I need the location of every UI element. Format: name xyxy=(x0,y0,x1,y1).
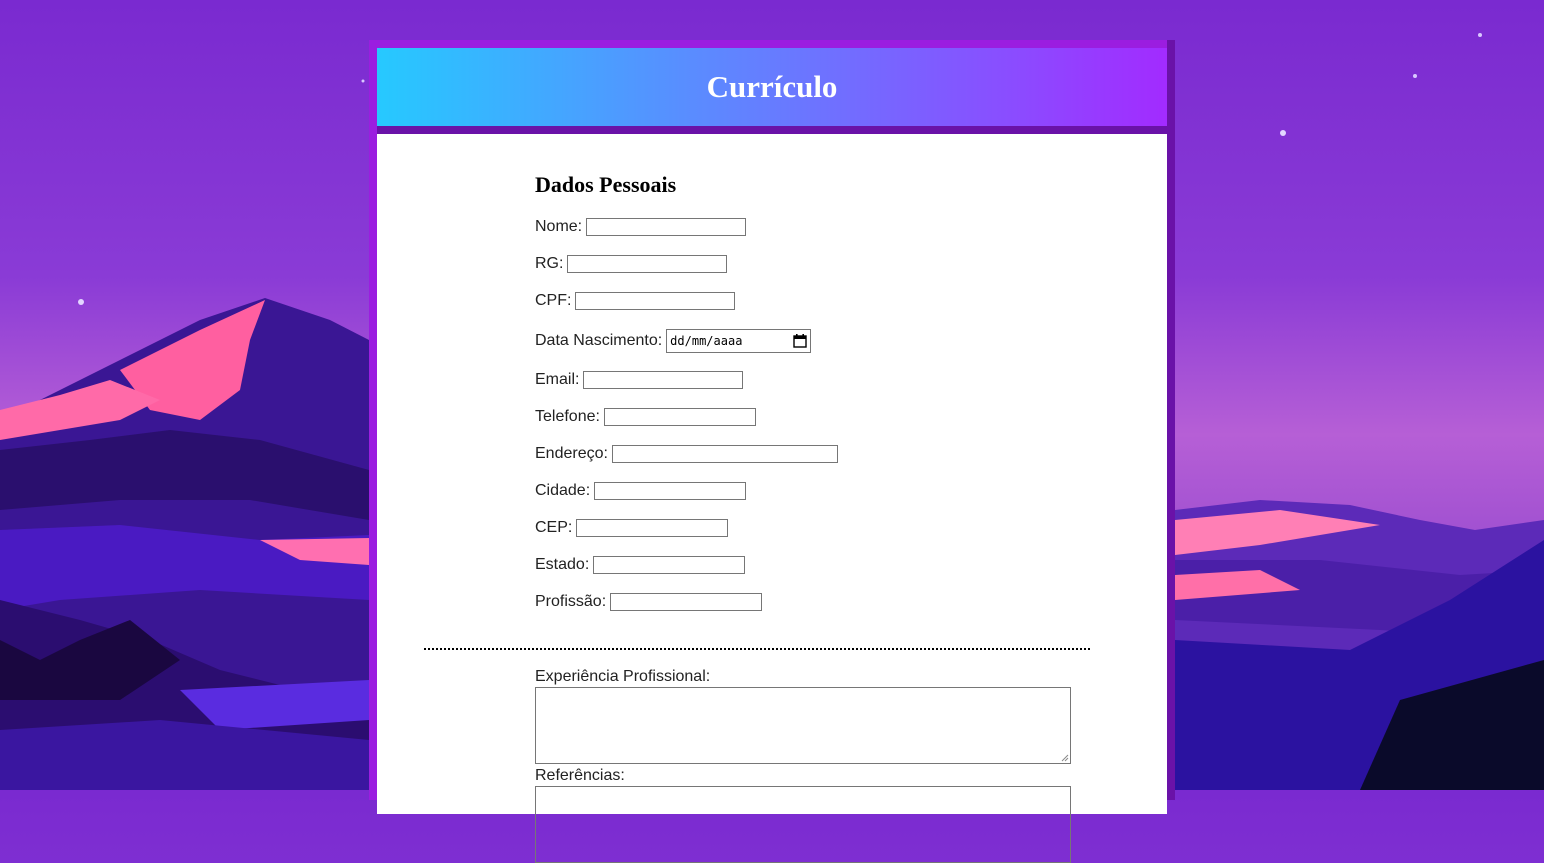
date-placeholder: dd/mm/aaaa xyxy=(670,334,743,348)
nome-row: Nome: xyxy=(535,218,747,236)
section-divider xyxy=(424,648,1090,650)
cep-label: CEP: xyxy=(535,519,573,536)
data-nascimento-input[interactable]: dd/mm/aaaa xyxy=(666,329,812,353)
resume-panel: Currículo Dados Pessoais Nome: RG: CPF: … xyxy=(369,40,1175,863)
endereco-input[interactable] xyxy=(611,445,838,463)
estado-input[interactable] xyxy=(593,556,746,574)
calendar-icon[interactable] xyxy=(793,334,807,348)
cpf-row: CPF: xyxy=(535,292,736,310)
telefone-input[interactable] xyxy=(603,408,756,426)
nome-label: Nome: xyxy=(535,218,583,235)
telefone-row: Telefone: xyxy=(535,408,756,426)
data-nascimento-label: Data Nascimento: xyxy=(535,332,663,349)
endereco-row: Endereço: xyxy=(535,445,838,463)
email-input[interactable] xyxy=(583,371,744,389)
experiencia-label: Experiência Profissional: xyxy=(535,668,711,685)
profissao-input[interactable] xyxy=(610,593,763,611)
referencias-label: Referências: xyxy=(535,767,625,784)
estado-label: Estado: xyxy=(535,556,590,573)
resize-grip-icon[interactable] xyxy=(1061,754,1069,762)
cidade-row: Cidade: xyxy=(535,482,747,500)
nome-input[interactable] xyxy=(586,218,747,236)
header-divider xyxy=(377,126,1167,134)
rg-label: RG: xyxy=(535,255,564,272)
profissao-row: Profissão: xyxy=(535,593,763,611)
data-nascimento-row: Data Nascimento: dd/mm/aaaa xyxy=(535,329,812,353)
email-label: Email: xyxy=(535,371,580,388)
telefone-label: Telefone: xyxy=(535,408,600,425)
rg-input[interactable] xyxy=(567,255,728,273)
estado-row: Estado: xyxy=(535,556,746,574)
header-banner: Currículo xyxy=(377,48,1167,126)
rg-row: RG: xyxy=(535,255,728,273)
profissao-label: Profissão: xyxy=(535,593,607,610)
cep-input[interactable] xyxy=(576,519,729,537)
cpf-input[interactable] xyxy=(575,292,736,310)
cidade-label: Cidade: xyxy=(535,482,591,499)
section-title: Dados Pessoais xyxy=(535,172,677,197)
referencias-textarea[interactable] xyxy=(535,786,1071,863)
experiencia-textarea[interactable] xyxy=(535,687,1071,764)
endereco-label: Endereço: xyxy=(535,445,608,462)
cidade-input[interactable] xyxy=(594,482,747,500)
page-title: Currículo xyxy=(706,69,838,104)
cpf-label: CPF: xyxy=(535,292,572,309)
email-row: Email: xyxy=(535,371,744,389)
cep-row: CEP: xyxy=(535,519,729,537)
form-container: Dados Pessoais Nome: RG: CPF: Data Nasci… xyxy=(377,134,1167,863)
